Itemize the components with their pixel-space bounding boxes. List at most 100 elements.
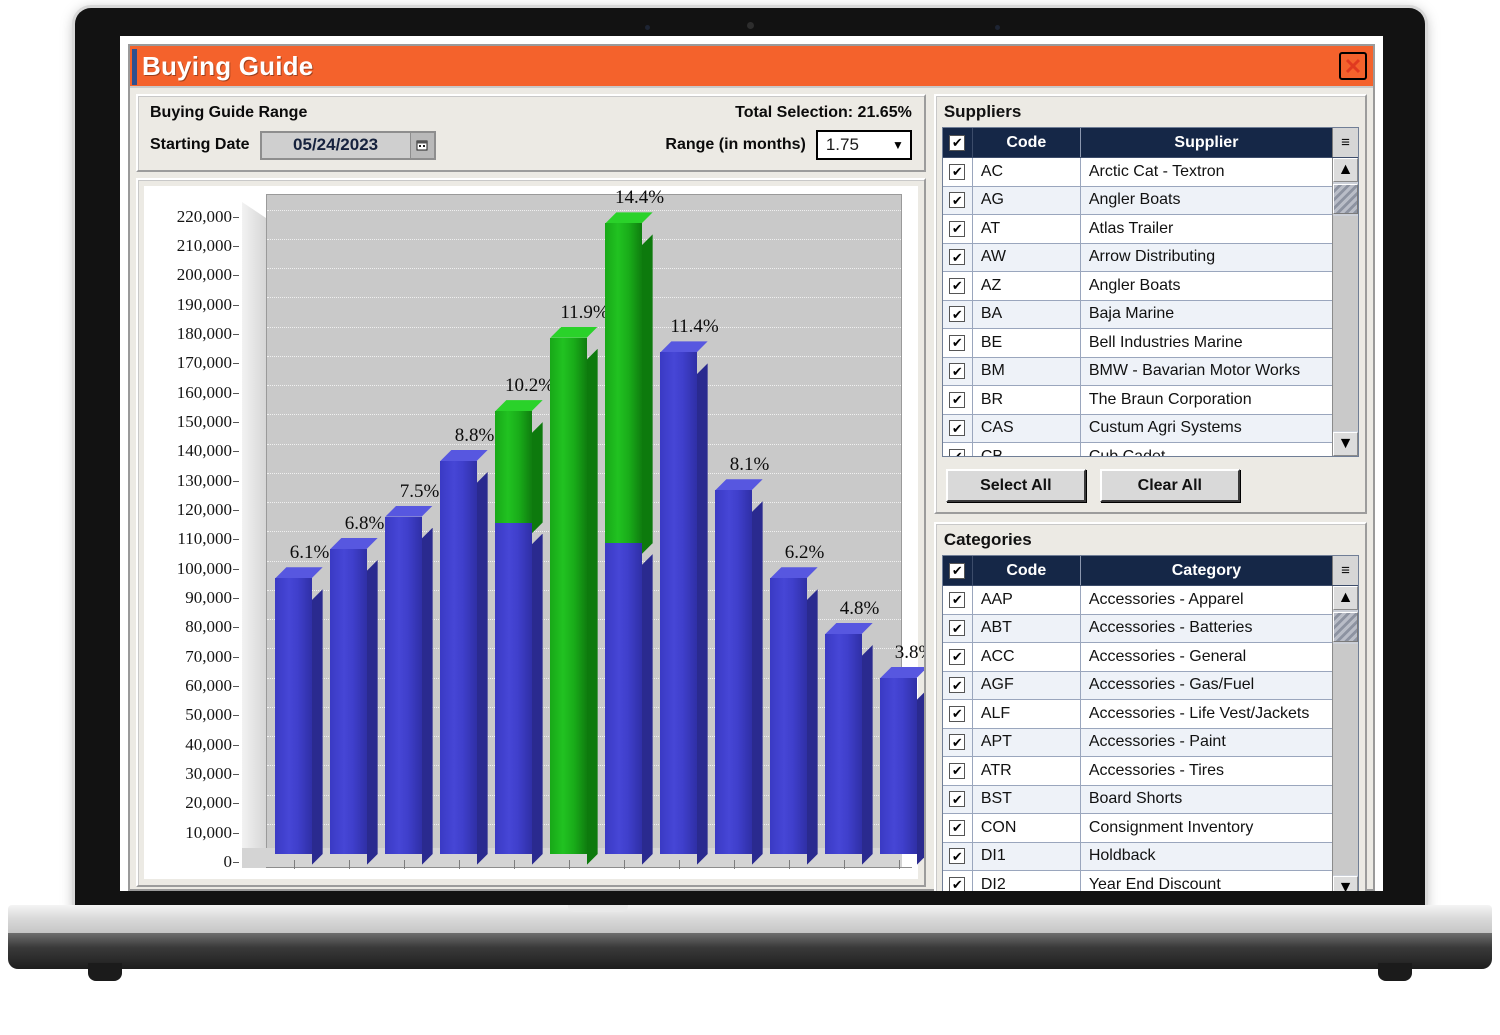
suppliers-scrollbar-track[interactable] — [1333, 216, 1358, 431]
supplier-row-checkbox-cell[interactable]: ✔ — [943, 300, 973, 328]
category-row-checkbox-cell[interactable]: ✔ — [943, 643, 973, 671]
checkbox-icon[interactable]: ✔ — [949, 677, 966, 694]
starting-date-value[interactable]: 05/24/2023 — [261, 132, 410, 158]
chart-bar-label: 10.2% — [504, 375, 555, 397]
categories-scrollbar-thumb[interactable] — [1333, 612, 1358, 642]
checkbox-icon[interactable]: ✔ — [949, 591, 966, 608]
checkbox-icon[interactable]: ✔ — [949, 705, 966, 722]
checkbox-icon[interactable]: ✔ — [949, 163, 966, 180]
table-row[interactable]: ✔ BM BMW - Bavarian Motor Works — [942, 357, 1332, 386]
table-row[interactable]: ✔ DI1 Holdback — [942, 842, 1332, 871]
checkbox-icon[interactable]: ✔ — [949, 192, 966, 209]
supplier-row-checkbox-cell[interactable]: ✔ — [943, 243, 973, 271]
supplier-row-checkbox-cell[interactable]: ✔ — [943, 357, 973, 385]
triangle-down-icon[interactable]: ▼ — [1333, 875, 1358, 891]
supplier-row-checkbox-cell[interactable]: ✔ — [943, 386, 973, 414]
categories-column-category[interactable]: Category — [1081, 556, 1332, 585]
table-row[interactable]: ✔ BE Bell Industries Marine — [942, 329, 1332, 358]
categories-column-code[interactable]: Code — [973, 556, 1081, 585]
clear-all-button[interactable]: Clear All — [1099, 469, 1240, 502]
select-all-button[interactable]: Select All — [945, 469, 1086, 502]
table-row[interactable]: ✔ AT Atlas Trailer — [942, 215, 1332, 244]
hamburger-menu-icon[interactable]: ≡ — [1332, 556, 1358, 585]
table-row[interactable]: ✔ CB Cub Cadet — [943, 443, 1332, 456]
window-title-bar: Buying Guide — [130, 46, 1373, 88]
supplier-row-checkbox-cell[interactable]: ✔ — [943, 272, 973, 300]
category-row-checkbox-cell[interactable]: ✔ — [943, 614, 973, 642]
hamburger-menu-icon[interactable]: ≡ — [1332, 128, 1358, 157]
checkbox-icon[interactable]: ✔ — [949, 648, 966, 665]
category-row-checkbox-cell[interactable]: ✔ — [943, 871, 973, 891]
checkbox-icon[interactable]: ✔ — [949, 249, 966, 266]
chart-bar-top — [715, 479, 762, 490]
category-row-checkbox-cell[interactable]: ✔ — [943, 586, 973, 614]
table-row[interactable]: ✔ ATR Accessories - Tires — [942, 757, 1332, 786]
checkbox-icon[interactable]: ✔ — [949, 448, 966, 456]
categories-select-all-checkbox-cell[interactable]: ✔ — [943, 556, 973, 585]
category-row-checkbox-cell[interactable]: ✔ — [943, 842, 973, 870]
table-row[interactable]: ✔ DI2 Year End Discount — [943, 871, 1332, 891]
checkbox-icon[interactable]: ✔ — [949, 819, 966, 836]
checkbox-icon[interactable]: ✔ — [949, 134, 966, 151]
table-row[interactable]: ✔ BR The Braun Corporation — [942, 386, 1332, 415]
checkbox-icon[interactable]: ✔ — [949, 420, 966, 437]
table-row[interactable]: ✔ AG Angler Boats — [942, 186, 1332, 215]
categories-scrollbar-track[interactable] — [1333, 644, 1358, 875]
suppliers-scrollbar[interactable]: ▲ ▼ — [1332, 158, 1358, 456]
checkbox-icon[interactable]: ✔ — [949, 791, 966, 808]
table-row[interactable]: ✔ CAS Custum Agri Systems — [942, 414, 1332, 443]
chart-bar-label: 6.2% — [784, 542, 825, 564]
category-row-checkbox-cell[interactable]: ✔ — [943, 757, 973, 785]
table-row[interactable]: ✔ ACC Accessories - General — [942, 643, 1332, 672]
close-icon[interactable] — [1339, 52, 1367, 80]
supplier-row-checkbox-cell[interactable]: ✔ — [943, 329, 973, 357]
category-row-checkbox-cell[interactable]: ✔ — [943, 700, 973, 728]
triangle-down-icon[interactable]: ▼ — [1333, 432, 1358, 456]
table-row[interactable]: ✔ ALF Accessories - Life Vest/Jackets — [942, 700, 1332, 729]
checkbox-icon[interactable]: ✔ — [949, 876, 966, 891]
suppliers-select-all-checkbox-cell[interactable]: ✔ — [943, 128, 973, 157]
category-row-checkbox-cell[interactable]: ✔ — [943, 671, 973, 699]
table-row[interactable]: ✔ ABT Accessories - Batteries — [942, 614, 1332, 643]
checkbox-icon[interactable]: ✔ — [949, 562, 966, 579]
checkbox-icon[interactable]: ✔ — [949, 734, 966, 751]
checkbox-icon[interactable]: ✔ — [949, 220, 966, 237]
table-row[interactable]: ✔ AC Arctic Cat - Textron — [942, 158, 1332, 187]
table-row[interactable]: ✔ AGF Accessories - Gas/Fuel — [942, 671, 1332, 700]
category-row-checkbox-cell[interactable]: ✔ — [943, 814, 973, 842]
table-row[interactable]: ✔ APT Accessories - Paint — [942, 728, 1332, 757]
table-row[interactable]: ✔ BST Board Shorts — [942, 785, 1332, 814]
chart-bar — [550, 338, 586, 854]
table-row[interactable]: ✔ BA Baja Marine — [942, 300, 1332, 329]
checkbox-icon[interactable]: ✔ — [949, 363, 966, 380]
table-row[interactable]: ✔ AW Arrow Distributing — [942, 243, 1332, 272]
supplier-row-checkbox-cell[interactable]: ✔ — [943, 443, 973, 456]
checkbox-icon[interactable]: ✔ — [949, 762, 966, 779]
table-row[interactable]: ✔ CON Consignment Inventory — [942, 814, 1332, 843]
range-months-select[interactable]: 1.75 ▼ — [815, 130, 912, 160]
category-row-checkbox-cell[interactable]: ✔ — [943, 728, 973, 756]
checkbox-icon[interactable]: ✔ — [949, 620, 966, 637]
table-row[interactable]: ✔ AZ Angler Boats — [942, 272, 1332, 301]
categories-scrollbar[interactable]: ▲ ▼ — [1332, 586, 1358, 891]
suppliers-scrollbar-thumb[interactable] — [1333, 184, 1358, 214]
triangle-up-icon[interactable]: ▲ — [1333, 586, 1358, 610]
checkbox-icon[interactable]: ✔ — [949, 277, 966, 294]
checkbox-icon[interactable]: ✔ — [949, 306, 966, 323]
triangle-up-icon[interactable]: ▲ — [1333, 158, 1358, 182]
category-row-checkbox-cell[interactable]: ✔ — [943, 785, 973, 813]
supplier-row-checkbox-cell[interactable]: ✔ — [943, 186, 973, 214]
supplier-row-checkbox-cell[interactable]: ✔ — [943, 215, 973, 243]
suppliers-column-code[interactable]: Code — [973, 128, 1081, 157]
supplier-row-code: BA — [973, 300, 1081, 328]
checkbox-icon[interactable]: ✔ — [949, 848, 966, 865]
calendar-icon[interactable] — [409, 132, 434, 158]
starting-date-field[interactable]: 05/24/2023 — [259, 130, 436, 160]
checkbox-icon[interactable]: ✔ — [949, 334, 966, 351]
chart-bar-face — [715, 490, 752, 854]
suppliers-column-supplier[interactable]: Supplier — [1081, 128, 1332, 157]
checkbox-icon[interactable]: ✔ — [949, 391, 966, 408]
table-row[interactable]: ✔ AAP Accessories - Apparel — [942, 586, 1332, 615]
supplier-row-checkbox-cell[interactable]: ✔ — [943, 414, 973, 442]
supplier-row-checkbox-cell[interactable]: ✔ — [943, 158, 973, 186]
